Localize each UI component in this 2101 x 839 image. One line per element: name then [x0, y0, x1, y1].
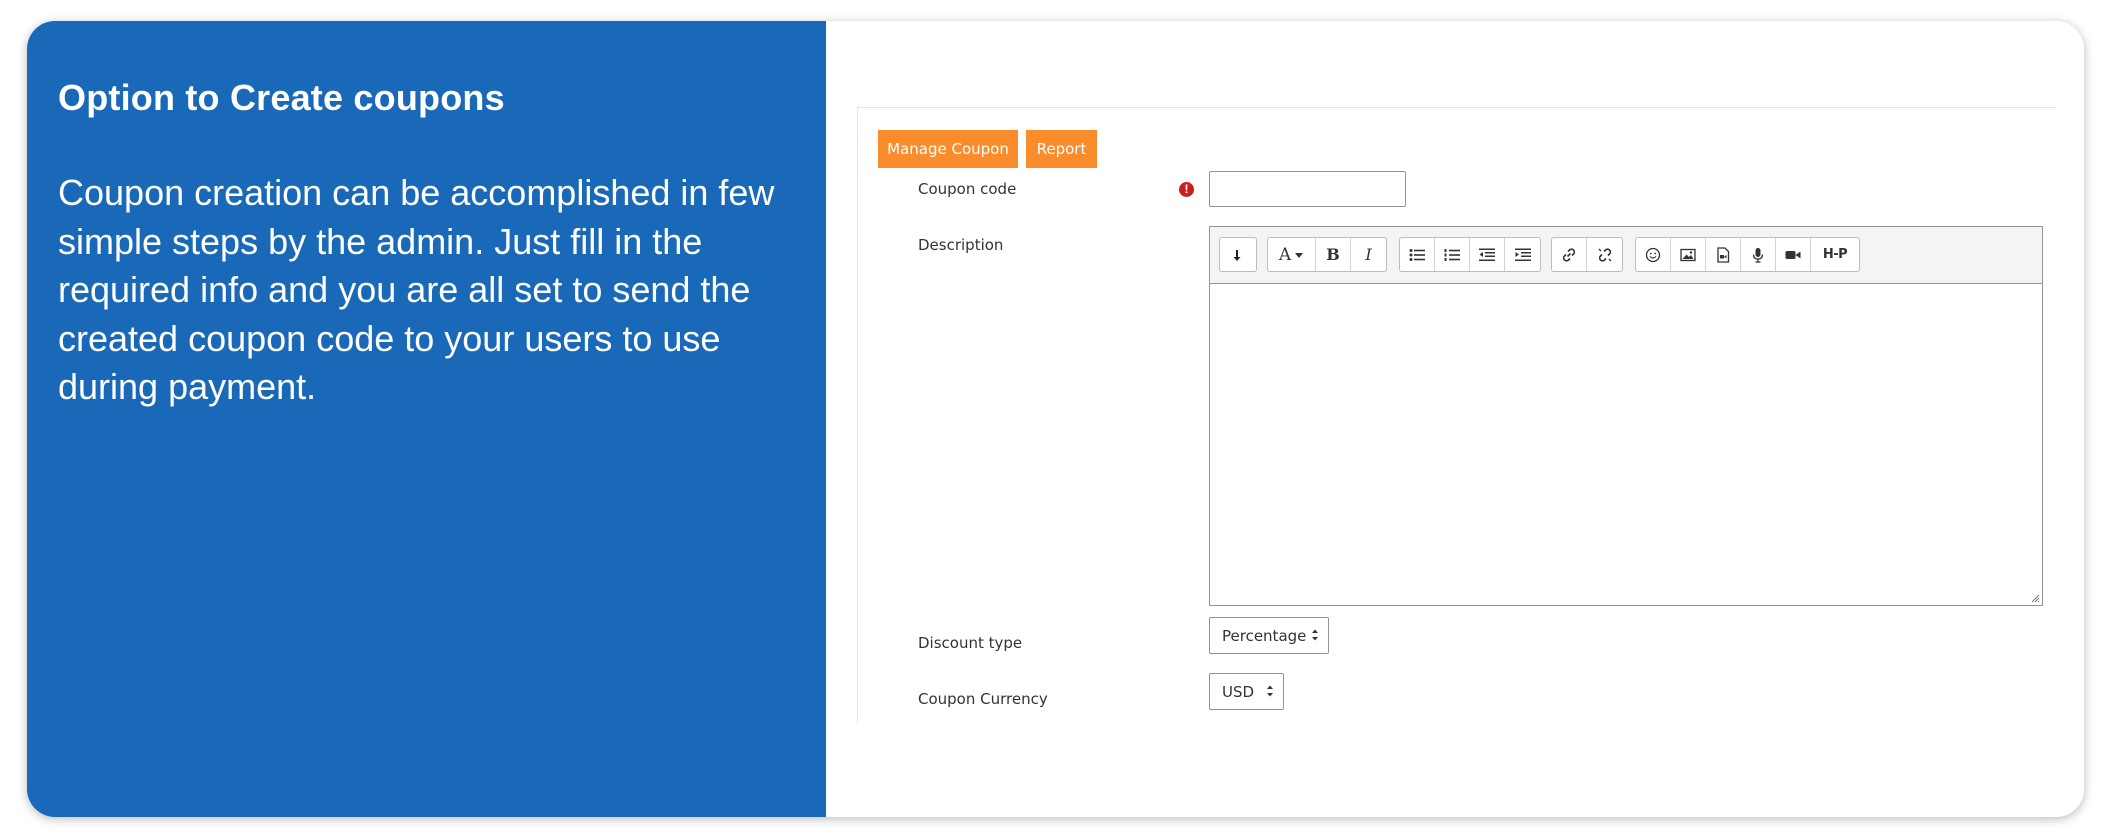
info-panel: Option to Create coupons Coupon creation…	[27, 21, 826, 817]
manage-coupon-tab[interactable]: Manage Coupon	[878, 130, 1018, 168]
select-arrows-icon	[1266, 684, 1274, 698]
discount-type-value: Percentage	[1222, 626, 1307, 645]
unlink-icon	[1598, 247, 1611, 262]
unlink-button[interactable]	[1587, 238, 1622, 271]
toolbar-group-collapse	[1219, 237, 1257, 272]
toolbar-group-media: H-P	[1635, 237, 1860, 272]
toolbar-group-links	[1551, 237, 1623, 272]
coupon-currency-label: Coupon Currency	[918, 690, 1048, 708]
toolbar-group-text: A B I	[1267, 237, 1387, 272]
collapse-toolbar-button[interactable]	[1220, 238, 1256, 271]
coupon-code-input[interactable]	[1209, 171, 1406, 207]
italic-icon: I	[1365, 245, 1372, 264]
discount-type-label: Discount type	[918, 634, 1023, 652]
select-arrows-icon	[1311, 628, 1319, 642]
discount-type-select[interactable]: Percentage	[1209, 617, 1329, 654]
image-icon	[1680, 248, 1696, 261]
ordered-list-button[interactable]	[1435, 238, 1470, 271]
font-style-icon: A	[1278, 244, 1292, 265]
coupon-currency-select[interactable]: USD	[1209, 673, 1284, 710]
h5p-button[interactable]: H-P	[1811, 238, 1859, 271]
resize-handle-icon[interactable]	[2030, 593, 2040, 603]
toolbar-group-lists	[1399, 237, 1541, 272]
feature-card: Option to Create coupons Coupon creation…	[27, 21, 2084, 817]
link-button[interactable]	[1552, 238, 1587, 271]
ordered-list-icon	[1444, 248, 1460, 261]
media-file-icon	[1717, 246, 1730, 263]
panel-description: Coupon creation can be accomplished in f…	[58, 172, 775, 407]
chevron-down-icon	[1295, 252, 1304, 258]
bold-icon: B	[1326, 245, 1340, 264]
editor-toolbar: A B I H-P	[1210, 227, 2042, 284]
collapse-arrow-icon	[1233, 249, 1241, 261]
description-label: Description	[918, 236, 1004, 254]
description-editor: A B I H-P	[1209, 226, 2043, 606]
record-video-button[interactable]	[1776, 238, 1811, 271]
record-audio-button[interactable]	[1741, 238, 1776, 271]
smiley-icon	[1645, 247, 1661, 262]
link-icon	[1562, 247, 1576, 262]
font-style-button[interactable]: A	[1268, 238, 1316, 271]
insert-media-button[interactable]	[1706, 238, 1741, 271]
coupon-code-label: Coupon code	[918, 180, 1017, 198]
outdent-button[interactable]	[1470, 238, 1505, 271]
indent-icon	[1514, 248, 1531, 261]
description-textarea[interactable]	[1210, 284, 2042, 605]
emoji-button[interactable]	[1636, 238, 1671, 271]
microphone-icon	[1752, 247, 1764, 263]
indent-button[interactable]	[1505, 238, 1540, 271]
bold-button[interactable]: B	[1316, 238, 1351, 271]
report-tab[interactable]: Report	[1026, 130, 1097, 168]
italic-button[interactable]: I	[1351, 238, 1386, 271]
video-camera-icon	[1785, 250, 1801, 259]
screenshot-panel: Manage Coupon Report Coupon code ! Descr…	[826, 21, 2084, 817]
h5p-icon: H-P	[1822, 247, 1848, 262]
outdent-icon	[1479, 248, 1495, 261]
unordered-list-button[interactable]	[1400, 238, 1435, 271]
panel-title: Option to Create coupons	[58, 77, 505, 118]
unordered-list-icon	[1409, 248, 1425, 261]
coupon-form: Manage Coupon Report Coupon code ! Descr…	[857, 107, 2056, 723]
insert-image-button[interactable]	[1671, 238, 1706, 271]
required-icon: !	[1179, 182, 1194, 197]
coupon-currency-value: USD	[1222, 682, 1255, 701]
